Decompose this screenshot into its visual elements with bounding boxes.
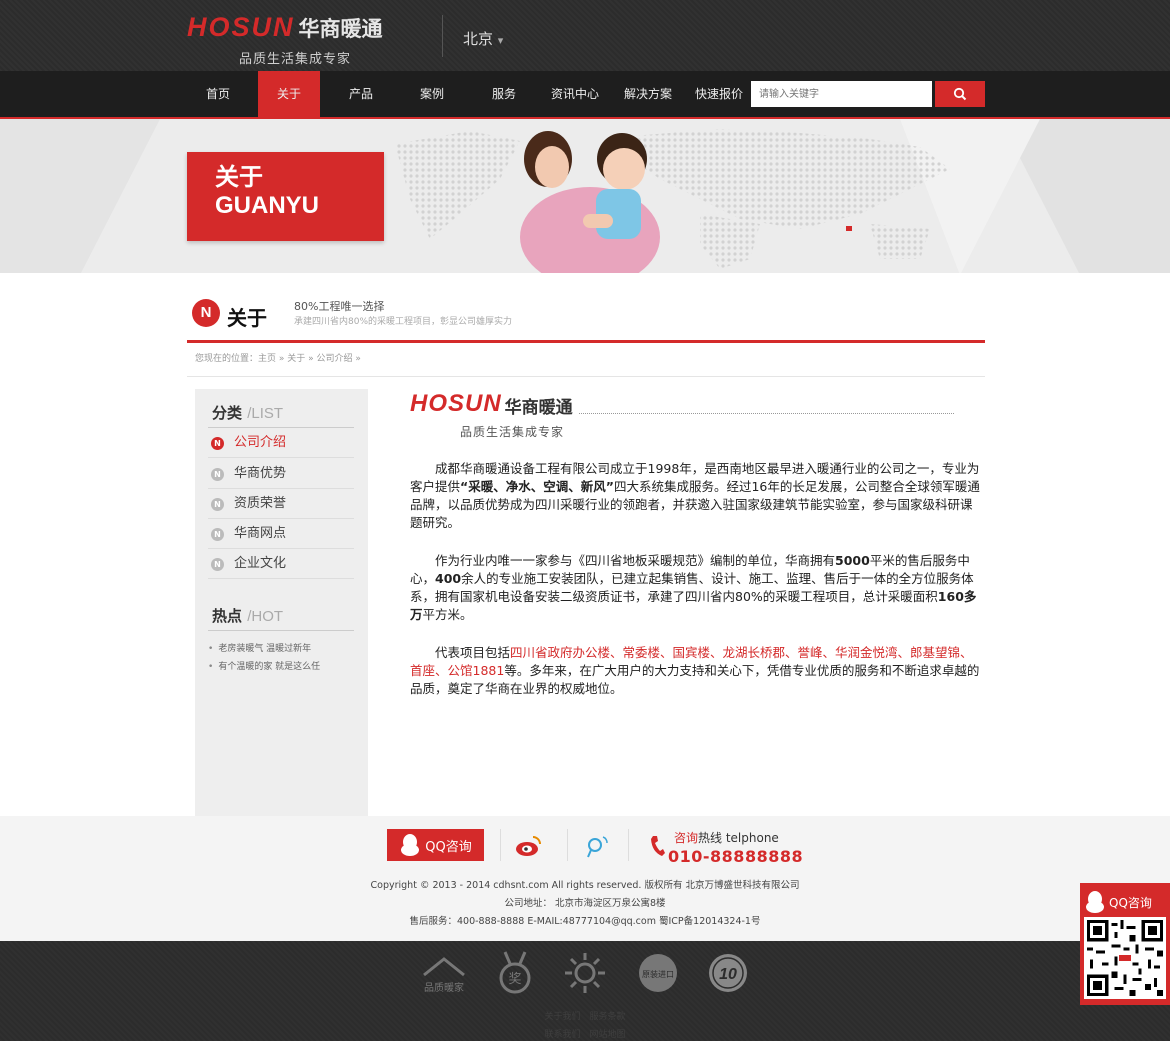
search-button[interactable] bbox=[935, 81, 985, 107]
news-badge-icon: N bbox=[211, 558, 224, 571]
qr-code-icon bbox=[1084, 917, 1166, 999]
footer-links-row-2[interactable]: 联系我们 网站地图 bbox=[0, 1027, 1170, 1040]
logo-text-en: HOSUN bbox=[187, 12, 295, 42]
floating-qq-widget[interactable]: QQ咨询 bbox=[1080, 883, 1170, 1005]
sidebar-item-label: 华商网点 bbox=[234, 526, 287, 541]
intro-paragraph-2: 作为行业内唯一一家参与《四川省地板采暖规范》编制的单位，华商拥有5000平米的售… bbox=[410, 553, 977, 622]
banner-title-box: 关于 GUANYU bbox=[187, 152, 384, 241]
badge-label: 奖 bbox=[508, 972, 521, 987]
main-nav: 首页 关于 产品 案例 服务 资讯中心 解决方案 快速报价 bbox=[0, 71, 1170, 117]
sidebar-category-en: /LIST bbox=[247, 405, 284, 422]
hot-item[interactable]: 老房装暖气 温暖过新年 bbox=[208, 641, 311, 654]
badge-label: 品质暖家 bbox=[424, 981, 464, 993]
nav-item-news[interactable]: 资讯中心 bbox=[544, 71, 606, 117]
section-title: 关于 bbox=[227, 306, 267, 330]
sidebar-item-outlets[interactable]: N 华商网点 bbox=[208, 519, 354, 549]
floating-qq-label: QQ咨询 bbox=[1109, 895, 1152, 910]
news-badge-icon: N bbox=[211, 498, 224, 511]
news-badge-icon: N bbox=[211, 528, 224, 541]
ten-year-warranty-badge-icon: 10 bbox=[704, 949, 752, 997]
main-content: HOSUN 华商暖通 品质生活集成专家 成都华商暖通设备工程有限公司成立于199… bbox=[410, 390, 982, 698]
page-banner: 关于 GUANYU bbox=[0, 117, 1170, 273]
top-header: HOSUN 华商暖通 品质生活集成专家 北京 ▾ bbox=[0, 0, 1170, 71]
quality-home-badge-icon: 品质暖家 bbox=[420, 949, 468, 997]
nav-item-about[interactable]: 关于 bbox=[258, 71, 320, 117]
content-logo-cn: 华商暖通 bbox=[504, 398, 573, 418]
sidebar-item-company-intro[interactable]: N 公司介绍 bbox=[208, 428, 354, 458]
footer-contact: QQ咨询 咨询热线 telphone 010-88888888 Copyrigh… bbox=[0, 816, 1170, 941]
service-info: 售后服务：400-888-8888 E-MAIL:48777104@qq.com… bbox=[409, 916, 761, 927]
sidebar-item-label: 资质荣誉 bbox=[234, 496, 287, 511]
header-divider bbox=[442, 15, 443, 57]
weibo-icon[interactable] bbox=[515, 834, 543, 858]
site-logo[interactable]: HOSUN 华商暖通 品质生活集成专家 bbox=[187, 12, 383, 67]
nav-item-products[interactable]: 产品 bbox=[330, 71, 392, 117]
qq-consult-button[interactable]: QQ咨询 bbox=[387, 829, 484, 861]
logo-slogan: 品质生活集成专家 bbox=[239, 52, 352, 67]
sidebar-item-culture[interactable]: N 企业文化 bbox=[208, 549, 354, 579]
nav-item-cases[interactable]: 案例 bbox=[401, 71, 463, 117]
footer-links-row-1[interactable]: 关于我们 服务条款 bbox=[0, 1009, 1170, 1022]
award-medal-icon: 奖 bbox=[491, 949, 539, 997]
sidebar-item-label: 华商优势 bbox=[234, 466, 287, 481]
footer-badges: 品质暖家 奖 原装进口 10 关于我们 服务条款 联系我们 网站地图 bbox=[0, 941, 1170, 1041]
nav-item-service[interactable]: 服务 bbox=[473, 71, 535, 117]
banner-photo bbox=[520, 131, 660, 273]
sidebar-category-title: 分类 /LIST bbox=[212, 404, 284, 422]
content-logo-slogan: 品质生活集成专家 bbox=[460, 425, 565, 439]
sidebar-item-advantages[interactable]: N 华商优势 bbox=[208, 459, 354, 489]
divider bbox=[628, 829, 629, 861]
original-import-badge-icon: 原装进口 bbox=[634, 949, 682, 997]
hotline-label: 咨询热线 telphone bbox=[674, 831, 779, 845]
chevron-down-icon: ▾ bbox=[497, 34, 504, 47]
news-badge-icon: N bbox=[211, 468, 224, 481]
divider bbox=[208, 630, 354, 631]
badge-label: 10 bbox=[719, 966, 737, 983]
company-address: 公司地址： 北京市海淀区万泉公寓8楼 bbox=[504, 898, 666, 909]
banner-background bbox=[0, 119, 1170, 273]
sidebar: 分类 /LIST N 公司介绍 N 华商优势 N 资质荣誉 N 华商网点 N 企… bbox=[195, 389, 368, 816]
nav-item-solutions[interactable]: 解决方案 bbox=[617, 71, 679, 117]
sidebar-item-honors[interactable]: N 资质荣誉 bbox=[208, 489, 354, 519]
banner-title-cn: 关于 bbox=[215, 164, 263, 191]
breadcrumb[interactable]: 您现在的位置：主页 » 关于 » 公司介绍 » bbox=[187, 345, 985, 377]
qq-penguin-icon bbox=[401, 834, 420, 856]
badge-label: 原装进口 bbox=[642, 969, 674, 979]
intro-paragraph-1: 成都华商暖通设备工程有限公司成立于1998年，是西南地区最早进入暖通行业的公司之… bbox=[410, 461, 980, 530]
divider bbox=[567, 829, 568, 861]
section-tagline-sub: 承建四川省内80%的采暖工程项目，彰显公司雄厚实力 bbox=[294, 317, 513, 327]
dotted-rule bbox=[578, 413, 954, 414]
city-selector[interactable]: 北京 ▾ bbox=[463, 28, 503, 49]
section-tagline: 80%工程唯一选择 bbox=[294, 300, 385, 313]
sidebar-item-label: 公司介绍 bbox=[234, 435, 287, 450]
divider bbox=[500, 829, 501, 861]
city-label: 北京 bbox=[463, 30, 494, 48]
section-header: N 关于 80%工程唯一选择 承建四川省内80%的采暖工程项目，彰显公司雄厚实力 bbox=[187, 293, 985, 343]
sidebar-hot-en: /HOT bbox=[247, 608, 284, 625]
search-input[interactable] bbox=[751, 81, 932, 107]
qq-consult-label: QQ咨询 bbox=[425, 839, 472, 855]
sun-energy-icon bbox=[561, 949, 609, 997]
sidebar-item-label: 企业文化 bbox=[234, 556, 287, 571]
hotline: 咨询热线 telphone 010-88888888 bbox=[650, 829, 803, 866]
search-icon bbox=[953, 87, 967, 101]
copyright: Copyright © 2013 - 2014 cdhsnt.com All r… bbox=[370, 880, 800, 891]
floating-qq-header[interactable]: QQ咨询 bbox=[1084, 887, 1166, 917]
content-logo: HOSUN 华商暖通 bbox=[410, 390, 982, 418]
news-badge-icon: N bbox=[192, 299, 220, 327]
hot-item[interactable]: 有个温暖的家 就是这么任 bbox=[208, 659, 320, 672]
nav-item-home[interactable]: 首页 bbox=[187, 71, 249, 117]
nav-item-quote[interactable]: 快速报价 bbox=[688, 71, 750, 117]
content-logo-en: HOSUN bbox=[410, 390, 502, 417]
logo-text-cn: 华商暖通 bbox=[298, 16, 383, 41]
intro-paragraph-3: 代表项目包括四川省政府办公楼、常委楼、国宾楼、龙湖长桥郡、誉峰、华润金悦湾、郎基… bbox=[410, 645, 980, 696]
tencent-weibo-icon[interactable] bbox=[583, 833, 613, 859]
hotline-number: 010-88888888 bbox=[668, 847, 804, 866]
sidebar-hot-title: 热点 /HOT bbox=[212, 607, 284, 625]
news-badge-icon: N bbox=[211, 437, 224, 450]
banner-title-en: GUANYU bbox=[215, 192, 320, 219]
qq-penguin-icon bbox=[1086, 891, 1104, 913]
